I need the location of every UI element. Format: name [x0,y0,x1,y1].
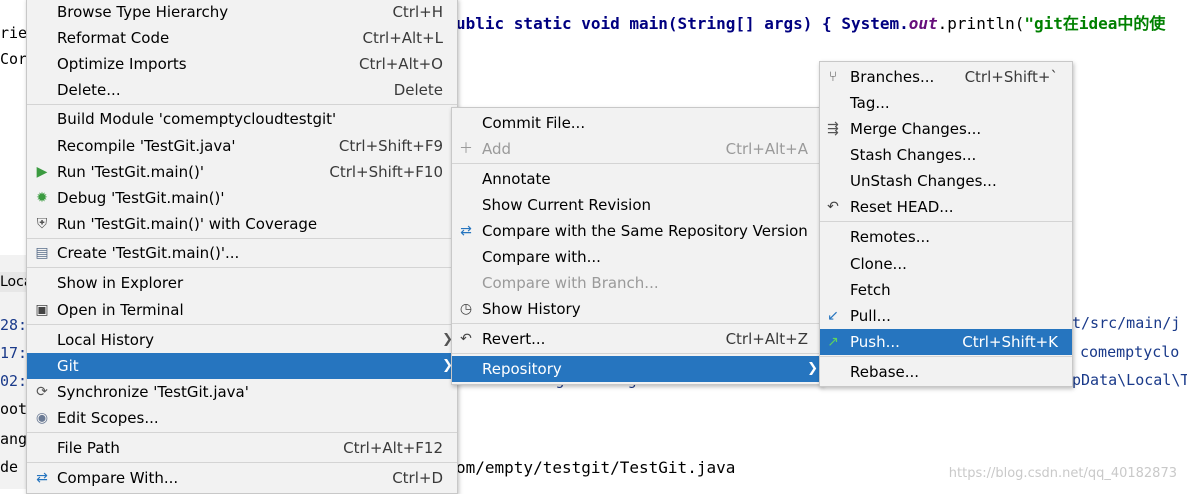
menu-item-compare-with-branch[interactable]: Compare with Branch... [452,270,822,296]
menu-item-rebase[interactable]: Rebase... [820,359,1072,385]
console-text: ang [0,430,28,448]
menu-item-branches[interactable]: ⑂ Branches... Ctrl+Shift+` [820,64,1072,90]
menu-separator [27,104,457,105]
menu-item-git[interactable]: Git ❯ [27,353,457,379]
menu-item-reformat-code[interactable]: Reformat Code Ctrl+Alt+L [27,25,457,51]
console-text: de [0,458,19,476]
merge-icon: ⇶ [827,121,839,137]
project-tree-text: Cor [0,50,28,68]
scope-icon: ◉ [35,410,49,426]
code-out: out [908,14,938,33]
menu-separator [27,267,457,268]
menu-item-fetch[interactable]: Fetch [820,277,1072,303]
console-time: 02: [0,372,28,390]
menu-item-pull[interactable]: ↙ Pull... [820,303,1072,329]
code-string: "git在idea中的使 [1024,14,1166,33]
menu-item-file-path[interactable]: File Path Ctrl+Alt+F12 [27,435,457,461]
menu-item-show-history[interactable]: ◷ Show History [452,296,822,322]
compare-arrows-icon: ⇄ [460,223,472,239]
clock-icon: ◷ [459,301,473,317]
git-submenu: Commit File... ＋ Add Ctrl+Alt+A Annotate … [451,107,823,385]
menu-item-revert[interactable]: ↶ Revert... Ctrl+Alt+Z [452,326,822,352]
push-arrow-icon: ↗ [827,334,839,350]
menu-item-debug[interactable]: ✹ Debug 'TestGit.main()' [27,185,457,211]
console-path: om/empty/testgit/TestGit.java [456,458,736,477]
branch-icon: ⑂ [828,69,838,85]
pull-arrow-icon: ↙ [827,308,839,324]
undo-icon: ↶ [827,199,839,215]
code-line: ublic static void main(String[] args) { … [456,10,1165,34]
code-println: .println( [937,14,1025,33]
menu-item-delete[interactable]: Delete... Delete [27,77,457,103]
menu-item-open-in-terminal[interactable]: ▣ Open in Terminal [27,297,457,323]
menu-item-build-module[interactable]: Build Module 'comemptycloudtestgit' [27,106,457,132]
run-icon: ▶ [36,164,48,180]
menu-separator [452,353,822,354]
menu-separator [27,462,457,463]
plus-icon: ＋ [459,141,473,157]
menu-item-recompile[interactable]: Recompile 'TestGit.java' Ctrl+Shift+F9 [27,133,457,159]
console-time: 17: [0,344,28,362]
repository-submenu: ⑂ Branches... Ctrl+Shift+` Tag... ⇶ Merge… [819,61,1073,387]
menu-item-edit-scopes[interactable]: ◉ Edit Scopes... [27,405,457,431]
compare-arrows-icon: ⇄ [36,470,48,486]
console-text: oot [0,400,28,418]
menu-item-merge-changes[interactable]: ⇶ Merge Changes... [820,116,1072,142]
menu-item-tag[interactable]: Tag... [820,90,1072,116]
menu-item-local-history[interactable]: Local History ❯ [27,327,457,353]
menu-separator [27,432,457,433]
menu-item-add[interactable]: ＋ Add Ctrl+Alt+A [452,136,822,162]
menu-item-clone[interactable]: Clone... [820,251,1072,277]
menu-separator [820,221,1072,222]
menu-item-reset-head[interactable]: ↶ Reset HEAD... [820,194,1072,220]
menu-item-synchronize[interactable]: ⟳ Synchronize 'TestGit.java' [27,379,457,405]
menu-item-unstash-changes[interactable]: UnStash Changes... [820,168,1072,194]
menu-item-show-current-revision[interactable]: Show Current Revision [452,192,822,218]
code-keywords: ublic static void main(String[] args) { … [456,14,909,33]
menu-item-compare-same-repo-version[interactable]: ⇄ Compare with the Same Repository Versi… [452,218,822,244]
submenu-arrow-icon: ❯ [807,361,818,376]
watermark: https://blog.csdn.net/qq_40182873 [948,466,1177,481]
menu-item-compare-with[interactable]: ⇄ Compare With... Ctrl+D [27,465,457,491]
console-snip: comemptyclo [1080,343,1180,361]
console-snip: pData\Local\Te [1072,371,1187,389]
sync-icon: ⟳ [36,384,48,400]
menu-separator [820,356,1072,357]
menu-separator [452,323,822,324]
menu-item-push[interactable]: ↗ Push... Ctrl+Shift+K [820,329,1072,355]
console-snip: t/src/main/j [1072,314,1181,332]
coverage-shield-icon: ⛨ [36,216,48,232]
menu-item-run-with-coverage[interactable]: ⛨ Run 'TestGit.main()' with Coverage [27,211,457,237]
menu-item-repository[interactable]: Repository ❯ [452,356,822,382]
run-config-icon: ▤ [35,245,49,261]
menu-item-compare-with[interactable]: Compare with... [452,244,822,270]
debug-bug-icon: ✹ [36,190,48,206]
menu-separator [27,238,457,239]
terminal-icon: ▣ [35,302,49,318]
menu-item-run[interactable]: ▶ Run 'TestGit.main()' Ctrl+Shift+F10 [27,159,457,185]
menu-item-create-run-config[interactable]: ▤ Create 'TestGit.main()'... [27,240,457,266]
menu-item-stash-changes[interactable]: Stash Changes... [820,142,1072,168]
menu-item-browse-type-hierarchy[interactable]: Browse Type Hierarchy Ctrl+H [27,0,457,25]
console-time: 28: [0,316,28,334]
menu-item-annotate[interactable]: Annotate [452,166,822,192]
menu-item-optimize-imports[interactable]: Optimize Imports Ctrl+Alt+O [27,51,457,77]
menu-item-remotes[interactable]: Remotes... [820,224,1072,250]
menu-item-show-in-explorer[interactable]: Show in Explorer [27,270,457,296]
menu-separator [27,324,457,325]
menu-item-commit-file[interactable]: Commit File... [452,110,822,136]
project-context-menu: Browse Type Hierarchy Ctrl+H Reformat Cod… [26,0,458,494]
undo-icon: ↶ [460,331,472,347]
menu-separator [452,163,822,164]
